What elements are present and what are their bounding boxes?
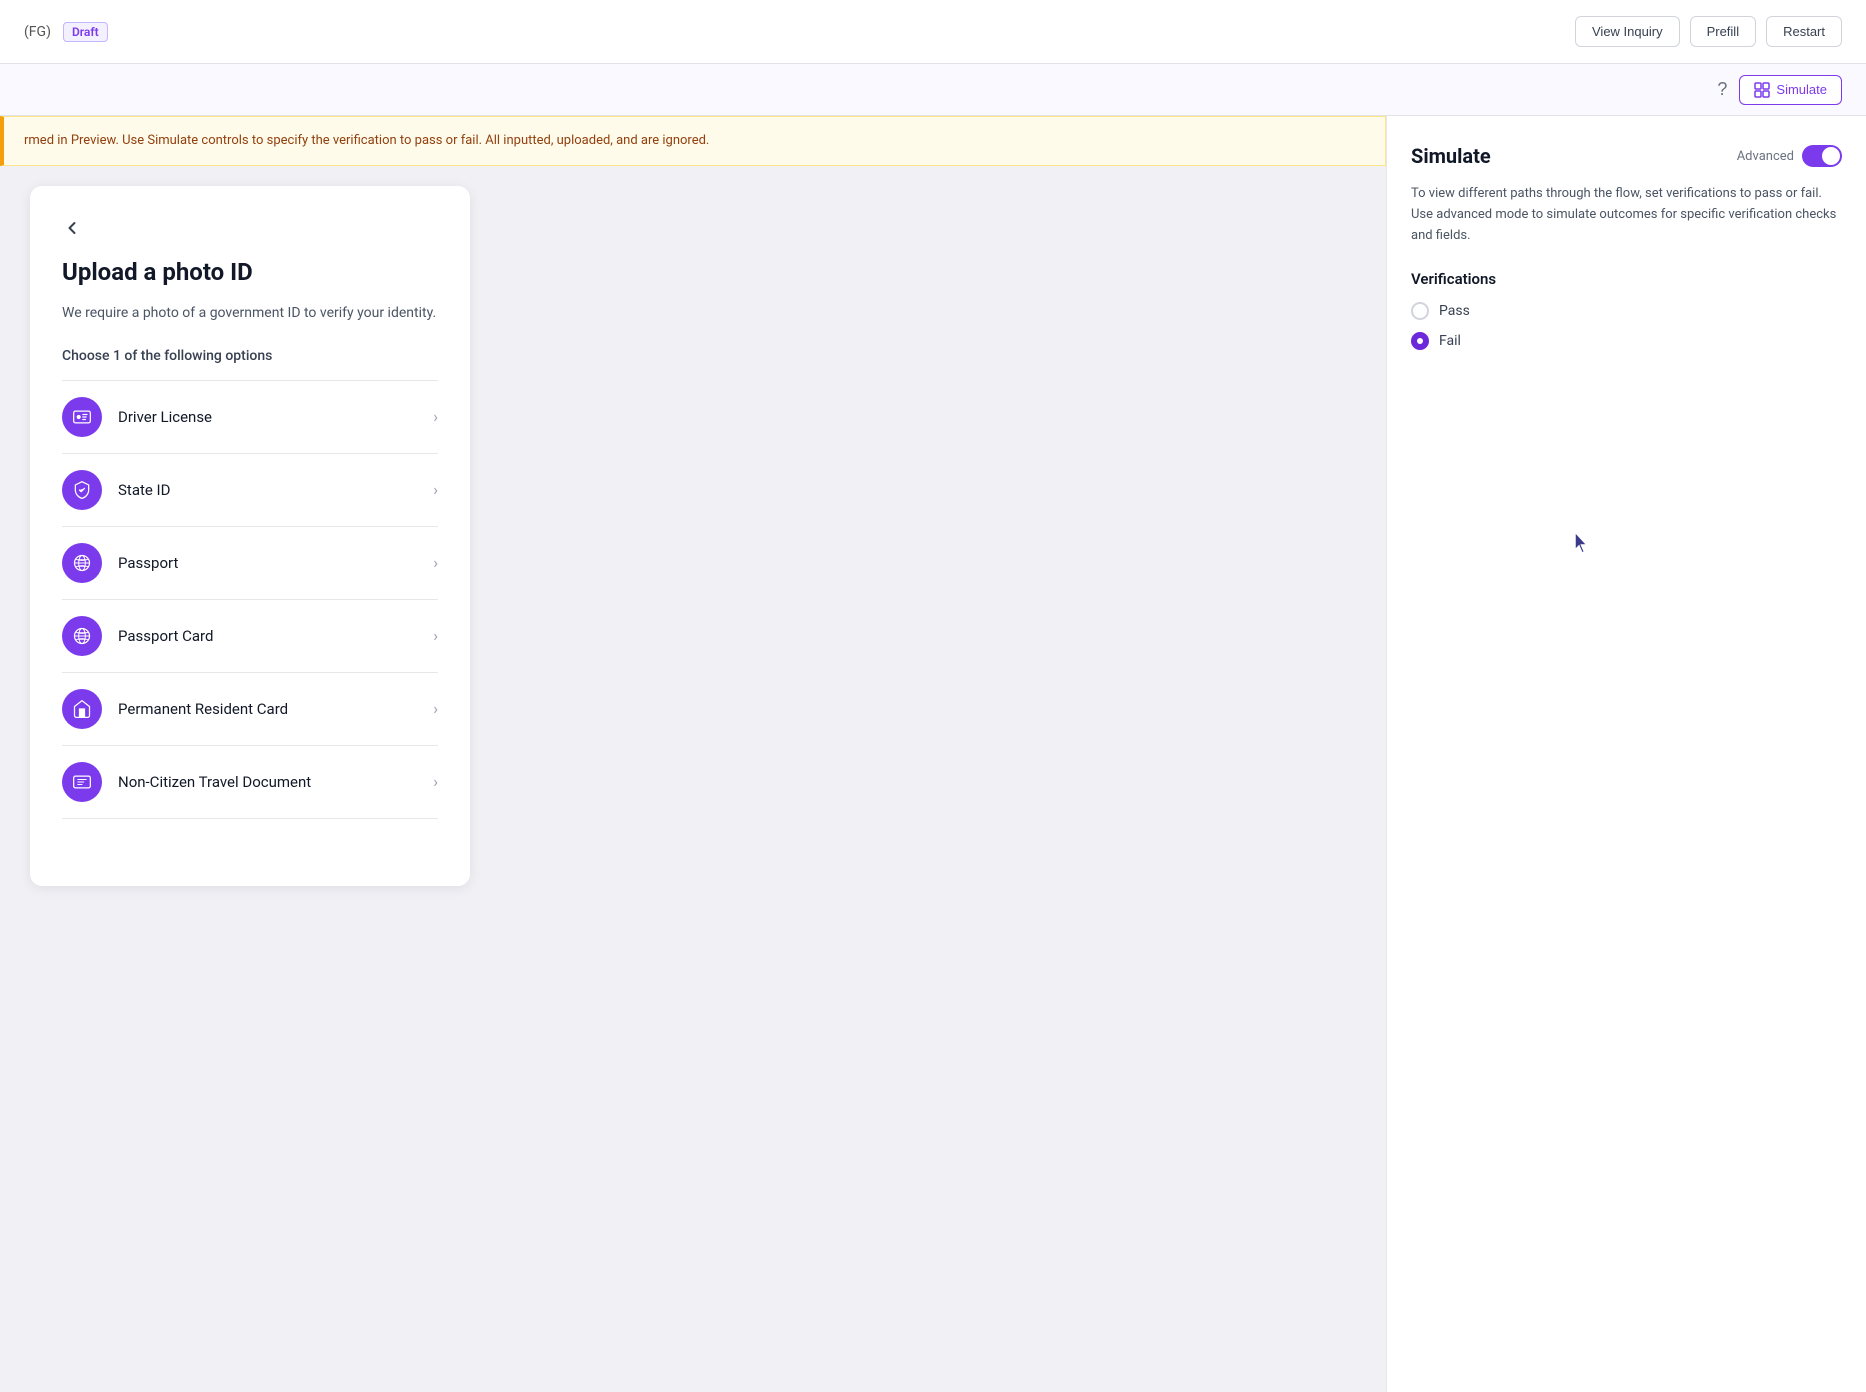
toggle-knob — [1822, 147, 1840, 165]
cursor-icon — [1571, 530, 1595, 558]
radio-pass-label: Pass — [1439, 303, 1470, 319]
header-title: (FG) — [24, 24, 51, 40]
view-inquiry-button[interactable]: View Inquiry — [1575, 16, 1680, 47]
back-button[interactable] — [62, 218, 82, 238]
advanced-label: Advanced — [1737, 149, 1794, 164]
passport-card-icon — [72, 626, 92, 646]
form-card-wrapper: Upload a photo ID We require a photo of … — [0, 166, 1386, 1392]
advanced-toggle[interactable] — [1802, 145, 1842, 167]
id-option-passport[interactable]: Passport › — [62, 527, 438, 600]
non-citizen-travel-icon-wrap — [62, 762, 102, 802]
simulate-button[interactable]: Simulate — [1739, 75, 1842, 105]
draft-badge: Draft — [63, 22, 108, 42]
passport-card-chevron: › — [433, 626, 438, 645]
state-id-chevron: › — [433, 480, 438, 499]
state-id-icon-wrap — [62, 470, 102, 510]
simulate-toolbar: ? Simulate — [0, 64, 1866, 116]
help-button[interactable]: ? — [1717, 79, 1727, 100]
radio-fail-label: Fail — [1439, 333, 1461, 349]
header-actions: View Inquiry Prefill Restart — [1575, 16, 1842, 47]
radio-fail[interactable]: Fail — [1411, 332, 1842, 350]
right-panel: Simulate Advanced To view different path… — [1386, 116, 1866, 1392]
radio-fail-circle — [1411, 332, 1429, 350]
help-icon: ? — [1717, 79, 1727, 100]
app-header: (FG) Draft View Inquiry Prefill Restart — [0, 0, 1866, 64]
non-citizen-travel-chevron: › — [433, 772, 438, 791]
driver-license-icon-wrap — [62, 397, 102, 437]
radio-pass[interactable]: Pass — [1411, 302, 1842, 320]
passport-label: Passport — [118, 554, 433, 572]
non-citizen-travel-label: Non-Citizen Travel Document — [118, 773, 433, 791]
permanent-resident-label: Permanent Resident Card — [118, 700, 433, 718]
non-citizen-travel-icon — [72, 772, 92, 792]
main-content: rmed in Preview. Use Simulate controls t… — [0, 116, 1866, 1392]
passport-chevron: › — [433, 553, 438, 572]
passport-card-label: Passport Card — [118, 627, 433, 645]
id-options-list: Driver License › State ID › — [62, 380, 438, 819]
preview-area: rmed in Preview. Use Simulate controls t… — [0, 116, 1386, 1392]
driver-license-label: Driver License — [118, 408, 433, 426]
back-icon — [62, 218, 82, 238]
id-option-permanent-resident[interactable]: Permanent Resident Card › — [62, 673, 438, 746]
warning-text: rmed in Preview. Use Simulate controls t… — [24, 133, 709, 148]
state-id-icon — [72, 480, 92, 500]
permanent-resident-chevron: › — [433, 699, 438, 718]
simulate-icon — [1754, 82, 1770, 98]
permanent-resident-icon-wrap — [62, 689, 102, 729]
simulate-panel-header: Simulate Advanced — [1411, 144, 1842, 168]
form-card: Upload a photo ID We require a photo of … — [30, 186, 470, 886]
form-subtitle: Choose 1 of the following options — [62, 348, 438, 364]
verifications-title: Verifications — [1411, 270, 1842, 288]
id-option-non-citizen-travel[interactable]: Non-Citizen Travel Document › — [62, 746, 438, 819]
driver-license-chevron: › — [433, 407, 438, 426]
simulate-panel-title: Simulate — [1411, 144, 1491, 168]
form-title: Upload a photo ID — [62, 258, 438, 286]
form-description: We require a photo of a government ID to… — [62, 302, 438, 324]
permanent-resident-icon — [72, 699, 92, 719]
passport-card-icon-wrap — [62, 616, 102, 656]
restart-button[interactable]: Restart — [1766, 16, 1842, 47]
verifications-section: Verifications Pass Fail — [1411, 270, 1842, 350]
cursor-area — [1571, 530, 1842, 562]
id-option-state-id[interactable]: State ID › — [62, 454, 438, 527]
id-option-passport-card[interactable]: Passport Card › — [62, 600, 438, 673]
state-id-label: State ID — [118, 481, 433, 499]
radio-pass-circle — [1411, 302, 1429, 320]
driver-license-icon — [72, 407, 92, 427]
prefill-button[interactable]: Prefill — [1690, 16, 1757, 47]
warning-banner: rmed in Preview. Use Simulate controls t… — [0, 116, 1386, 166]
advanced-toggle-wrap: Advanced — [1737, 145, 1842, 167]
simulate-description: To view different paths through the flow… — [1411, 184, 1842, 246]
passport-icon — [72, 553, 92, 573]
header-left: (FG) Draft — [24, 22, 108, 42]
passport-icon-wrap — [62, 543, 102, 583]
id-option-driver-license[interactable]: Driver License › — [62, 381, 438, 454]
